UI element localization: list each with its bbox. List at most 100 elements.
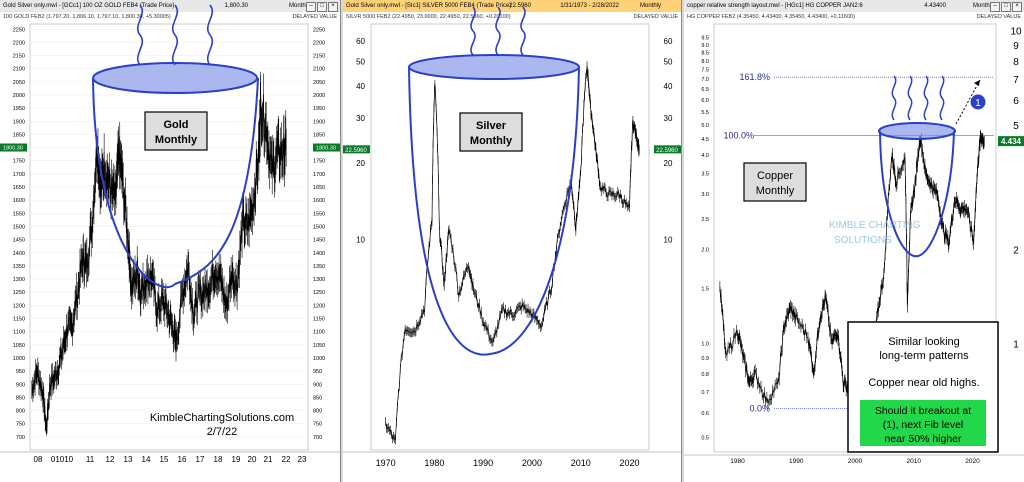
copper-y-tick-label-left: 1.0 [701, 342, 709, 348]
copper-cup-rim [878, 122, 956, 140]
gold-y-tick-label-right: 2150 [313, 54, 325, 60]
copper-y-tick-label-left: 5.5 [701, 110, 709, 116]
gold-y-tick-label-right: 900 [313, 382, 322, 388]
copper-y-tick-label-right: 5 [1013, 121, 1019, 132]
gold-x-tick-label: 22 [282, 455, 291, 464]
silver-label-line2: Monthly [470, 135, 513, 147]
copper-callout-line2: (1), next Fib level [883, 419, 964, 431]
gold-price-tag-right-text: 1800.30 [316, 146, 336, 152]
gold-y-tick-label-right: 1400 [313, 251, 325, 257]
gold-x-tick-label: 08 [34, 455, 43, 464]
gold-x-tick-label: 13 [124, 455, 133, 464]
gold-x-tick-label: 18 [214, 455, 223, 464]
gold-y-tick-label-left: 2100 [13, 67, 25, 73]
copper-y-tick-label-left: 4.5 [701, 137, 709, 143]
gold-x-tick-label: 17 [196, 455, 205, 464]
gold-y-tick-label-right: 2100 [313, 67, 325, 73]
silver-x-tick-label: 2020 [619, 458, 639, 468]
copper-y-tick-label-right: 8 [1013, 57, 1019, 68]
silver-y-tick-label-right: 20 [664, 159, 673, 168]
gold-y-tick-label-right: 1450 [313, 238, 325, 244]
copper-fib-label: 100.0% [723, 130, 754, 140]
copper-y-tick-label-left: 2.0 [701, 247, 709, 253]
gold-label-line2: Monthly [155, 134, 198, 146]
copper-y-tick-label-right: 1 [1013, 340, 1019, 351]
gold-y-tick-label-right: 1950 [313, 106, 325, 112]
silver-y-tick-label-right: 10 [664, 236, 673, 245]
copper-y-tick-label-left: 2.5 [701, 217, 709, 223]
gold-y-tick-label-left: 2250 [13, 27, 25, 33]
gold-x-tick-label: 15 [160, 455, 169, 464]
copper-y-tick-label-left: 7.0 [701, 77, 709, 83]
copper-x-tick-label: 2000 [848, 458, 863, 465]
gold-y-tick-label-right: 850 [313, 395, 322, 401]
copper-note-line3: Copper near old highs. [868, 377, 979, 389]
gold-x-tick-label: 11 [86, 455, 95, 464]
copper-label-line2: Monthly [756, 185, 795, 197]
copper-note-line2: long-term patterns [879, 350, 969, 362]
copper-y-tick-label-left: 6.0 [701, 98, 709, 104]
silver-y-tick-label-right: 50 [664, 57, 673, 66]
gold-y-tick-label-left: 1700 [13, 172, 25, 178]
gold-x-tick-label: 23 [298, 455, 307, 464]
copper-x-tick-label: 1990 [789, 458, 804, 465]
copper-y-tick-label-left: 3.5 [701, 171, 709, 177]
gold-y-tick-label-right: 2200 [313, 40, 325, 46]
gold-y-tick-label-left: 1450 [13, 238, 25, 244]
gold-chart-panel: Gold Silver only.mwl - [GCc1] 100 OZ GOL… [0, 0, 341, 482]
silver-chart-panel: Gold Silver only.mwl - [SIc1] SILVER 500… [343, 0, 682, 482]
copper-y-tick-label-right: 7 [1013, 75, 1019, 86]
silver-y-tick-label-right: 30 [664, 114, 673, 123]
silver-y-tick-label-left: 10 [356, 236, 365, 245]
gold-x-tick-label: 14 [142, 455, 151, 464]
gold-y-tick-label-left: 1000 [13, 356, 25, 362]
silver-x-tick-label: 2010 [571, 458, 591, 468]
gold-y-tick-label-left: 1900 [13, 119, 25, 125]
gold-y-tick-label-right: 750 [313, 422, 322, 428]
silver-y-tick-label-left: 60 [356, 37, 365, 46]
copper-y-tick-label-left: 8.0 [701, 59, 709, 65]
silver-x-tick-label: 1980 [424, 458, 444, 468]
gold-y-tick-label-right: 1250 [313, 290, 325, 296]
gold-y-tick-label-left: 1100 [13, 330, 25, 336]
gold-y-tick-label-left: 1750 [13, 159, 25, 165]
gold-y-tick-label-left: 1550 [13, 211, 25, 217]
gold-y-tick-label-right: 1100 [313, 330, 325, 336]
silver-price-tag-text: 22.5960 [345, 148, 367, 154]
copper-x-tick-label: 2020 [965, 458, 980, 465]
copper-y-tick-label-left: 1.5 [701, 286, 709, 292]
silver-y-tick-label-left: 20 [356, 159, 365, 168]
copper-y-tick-label-right: 9 [1013, 41, 1019, 52]
gold-y-tick-label-left: 2150 [13, 54, 25, 60]
silver-y-tick-label-left: 50 [356, 57, 365, 66]
gold-watermark-text: KimbleChartingSolutions.com [150, 412, 294, 424]
gold-y-tick-label-left: 700 [16, 435, 25, 441]
copper-chart: 0.5 0.6 0.7 0.8 0.9 1.0 1.5 2.0 2.5 3.0 3.5 4.0 4.5 5… [684, 23, 1024, 465]
gold-y-tick-label-left: 1500 [13, 224, 25, 230]
copper-y-tick-label-left: 5.0 [701, 123, 709, 129]
copper-note-line1: Similar looking [888, 336, 960, 348]
gold-y-tick-label-left: 750 [16, 422, 25, 428]
silver-chart: 10 1020 2030 3040 4050 5060 601970 1980 1990 2000… [343, 6, 681, 468]
gold-y-tick-label-left: 1600 [13, 198, 25, 204]
gold-y-tick-label-right: 1600 [313, 198, 325, 204]
gold-x-tick-label: 01010 [51, 455, 74, 464]
silver-cup-rim [408, 54, 580, 80]
copper-callout-line3: near 50% higher [884, 433, 962, 445]
gold-y-tick-label-left: 950 [16, 369, 25, 375]
gold-y-tick-label-left: 1950 [13, 106, 25, 112]
gold-y-tick-label-right: 1350 [313, 264, 325, 270]
silver-y-tick-label-left: 30 [356, 114, 365, 123]
gold-x-tick-label: 12 [106, 455, 115, 464]
copper-chart-panel: copper relative strength layout.mwl - [H… [684, 0, 1024, 482]
copper-y-tick-label-left: 3.0 [701, 192, 709, 198]
copper-y-tick-label-left: 0.9 [701, 356, 709, 362]
copper-y-tick-label-left: 0.6 [701, 411, 709, 417]
silver-y-tick-label-right: 40 [664, 82, 673, 91]
silver-x-tick-label: 1990 [473, 458, 493, 468]
gold-y-tick-label-right: 1700 [313, 172, 325, 178]
copper-y-tick-label-left: 4.0 [701, 153, 709, 159]
gold-x-tick-label: 16 [178, 455, 187, 464]
copper-x-tick-label: 1980 [730, 458, 745, 465]
gold-y-tick-label-left: 1200 [13, 303, 25, 309]
